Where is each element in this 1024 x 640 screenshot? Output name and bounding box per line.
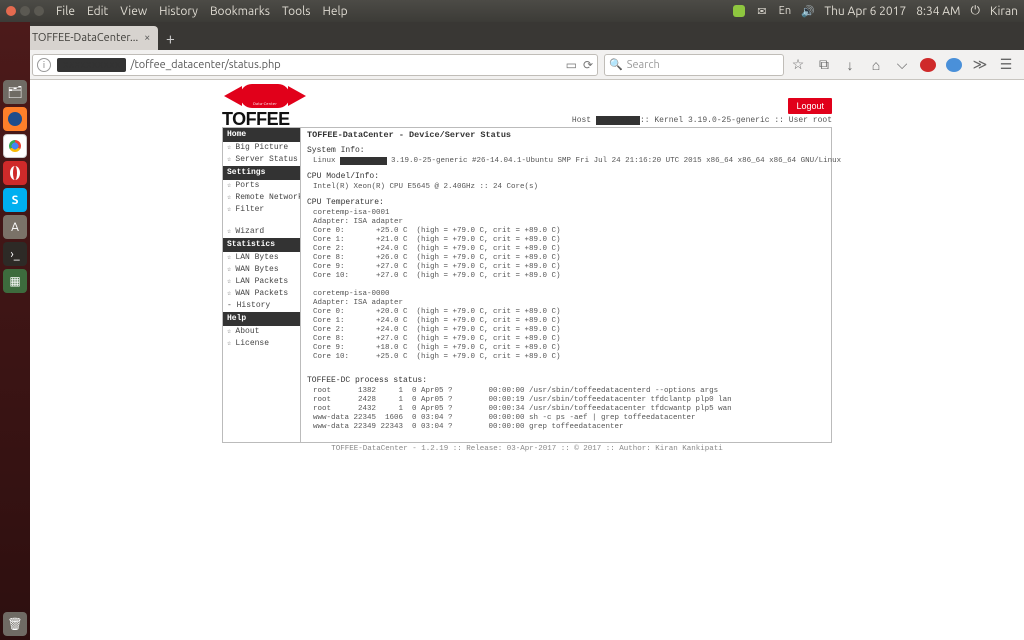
process-block: root 1382 1 0 Apr05 ? 00:00:00 /usr/sbin… — [313, 387, 841, 432]
browser-tab-bar: TOFFEE-DataCenter... × + — [0, 22, 1024, 50]
label-process-status: TOFFEE-DC process status: — [307, 376, 841, 385]
tray-user[interactable]: Kiran — [990, 5, 1018, 18]
sidebar-item-big-picture[interactable]: Big Picture — [223, 142, 300, 154]
logout-button[interactable]: Logout — [788, 98, 832, 114]
mail-icon[interactable]: ✉ — [755, 5, 768, 18]
host-info-line: Host xxxxx:: Kernel 3.19.0-25-generic ::… — [222, 116, 832, 125]
launcher-monitor-icon[interactable]: ▦ — [3, 269, 27, 293]
sidebar-item-ports[interactable]: Ports — [223, 180, 300, 192]
search-box[interactable]: 🔍 Search — [604, 54, 784, 76]
system-info-block: Linux xxxxx 3.19.0-25-generic #26-14.04.… — [313, 157, 841, 166]
sidebar-head-settings[interactable]: Settings — [223, 166, 300, 180]
sidebar: Home Big Picture Server Status Settings … — [223, 128, 301, 442]
tray-time[interactable]: 8:34 AM — [916, 5, 960, 18]
launcher-chrome-icon[interactable] — [3, 134, 27, 158]
sidebar-item-remote-network[interactable]: Remote Network — [223, 192, 300, 204]
downloads-icon[interactable]: ↓ — [842, 57, 858, 73]
sidebar-head-home[interactable]: Home — [223, 128, 300, 142]
page-title: TOFFEE-DataCenter - Device/Server Status — [307, 130, 841, 140]
search-placeholder: Search — [627, 59, 660, 71]
launcher-files-icon[interactable]: 🗂 — [3, 80, 27, 104]
globe-icon[interactable] — [946, 58, 962, 72]
overflow-icon[interactable]: ≫ — [972, 56, 988, 73]
menu-view[interactable]: View — [120, 5, 147, 18]
keyboard-icon[interactable]: En — [778, 5, 791, 18]
hamburger-menu-icon[interactable]: ☰ — [998, 56, 1014, 73]
tab-title: TOFFEE-DataCenter... — [32, 32, 138, 44]
menu-help[interactable]: Help — [323, 5, 348, 18]
tab-close-icon[interactable]: × — [144, 32, 150, 44]
library-icon[interactable]: ⧉ — [816, 56, 832, 73]
bookmark-icon[interactable]: ☆ — [790, 56, 806, 73]
sidebar-head-help[interactable]: Help — [223, 312, 300, 326]
sidebar-item-wizard[interactable]: Wizard — [223, 226, 300, 238]
candy-icon — [224, 82, 306, 110]
sidebar-item-filter[interactable]: Filter — [223, 204, 300, 216]
reader-icon[interactable]: ▭ — [566, 58, 577, 72]
site-info-icon[interactable]: i — [37, 58, 51, 72]
sidebar-item-wan-bytes[interactable]: WAN Bytes — [223, 264, 300, 276]
label-cpu-temp: CPU Temperature: — [307, 198, 841, 207]
menu-edit[interactable]: Edit — [87, 5, 108, 18]
url-host-redacted: xxxxxxxxxx — [57, 58, 126, 72]
launcher-opera-icon[interactable] — [3, 161, 27, 185]
menu-bookmarks[interactable]: Bookmarks — [210, 5, 270, 18]
sidebar-head-statistics[interactable]: Statistics — [223, 238, 300, 252]
app-menus: File Edit View History Bookmarks Tools H… — [56, 5, 348, 18]
window-max-icon[interactable] — [34, 6, 44, 16]
sidebar-item-history[interactable]: History — [223, 300, 300, 312]
cpu-temp-block: coretemp-isa-0001 Adapter: ISA adapter C… — [313, 209, 841, 362]
label-system-info: System Info: — [307, 146, 841, 155]
footer-line: TOFFEE-DataCenter - 1.2.19 :: Release: 0… — [222, 445, 832, 453]
content-panel: TOFFEE-DataCenter - Device/Server Status… — [301, 128, 847, 442]
home-icon[interactable]: ⌂ — [868, 57, 884, 73]
window-close-icon[interactable] — [6, 6, 16, 16]
power-icon[interactable]: ⏻ — [970, 4, 980, 18]
new-tab-button[interactable]: + — [158, 28, 182, 50]
url-path: /toffee_datacenter/status.php — [130, 59, 280, 71]
os-menu-bar: File Edit View History Bookmarks Tools H… — [0, 0, 1024, 22]
menu-tools[interactable]: Tools — [282, 5, 311, 18]
window-controls — [6, 6, 44, 16]
browser-toolbar: ← i xxxxxxxxxx /toffee_datacenter/status… — [0, 50, 1024, 80]
tray-status-icon[interactable] — [733, 5, 745, 17]
launcher-software-icon[interactable]: A — [3, 215, 27, 239]
sidebar-item-lan-packets[interactable]: LAN Packets — [223, 276, 300, 288]
launcher-trash-icon[interactable]: 🗑 — [3, 612, 27, 636]
launcher-terminal-icon[interactable]: ›_ — [3, 242, 27, 266]
unity-launcher: 🗂 S A ›_ ▦ 🗑 — [0, 22, 30, 640]
search-icon: 🔍 — [609, 58, 623, 71]
menu-file[interactable]: File — [56, 5, 75, 18]
window-min-icon[interactable] — [20, 6, 30, 16]
label-cpu-info: CPU Model/Info: — [307, 172, 841, 181]
page-viewport: TOFFEE Logout Host xxxxx:: Kernel 3.19.0… — [30, 80, 1024, 640]
pocket-icon[interactable]: ⌵ — [894, 56, 910, 73]
toffee-logo: TOFFEE — [222, 82, 306, 128]
reload-icon[interactable]: ⟳ — [583, 58, 593, 72]
url-bar[interactable]: i xxxxxxxxxx /toffee_datacenter/status.p… — [32, 54, 598, 76]
launcher-skype-icon[interactable]: S — [3, 188, 27, 212]
cpu-info-block: Intel(R) Xeon(R) CPU E5645 @ 2.40GHz :: … — [313, 183, 841, 192]
sidebar-item-wan-packets[interactable]: WAN Packets — [223, 288, 300, 300]
adblock-icon[interactable] — [920, 58, 936, 72]
toolbar-icons: ☆ ⧉ ↓ ⌂ ⌵ ≫ ☰ — [790, 56, 1018, 73]
volume-icon[interactable]: 🔊 — [801, 5, 814, 18]
launcher-firefox-icon[interactable] — [3, 107, 27, 131]
sidebar-item-license[interactable]: License — [223, 338, 300, 350]
system-tray: ✉ En 🔊 Thu Apr 6 2017 8:34 AM ⏻ Kiran — [733, 4, 1018, 18]
sidebar-item-lan-bytes[interactable]: LAN Bytes — [223, 252, 300, 264]
sidebar-item-server-status[interactable]: Server Status — [223, 154, 300, 166]
menu-history[interactable]: History — [159, 5, 198, 18]
tray-date[interactable]: Thu Apr 6 2017 — [824, 5, 906, 18]
sidebar-item-about[interactable]: About — [223, 326, 300, 338]
